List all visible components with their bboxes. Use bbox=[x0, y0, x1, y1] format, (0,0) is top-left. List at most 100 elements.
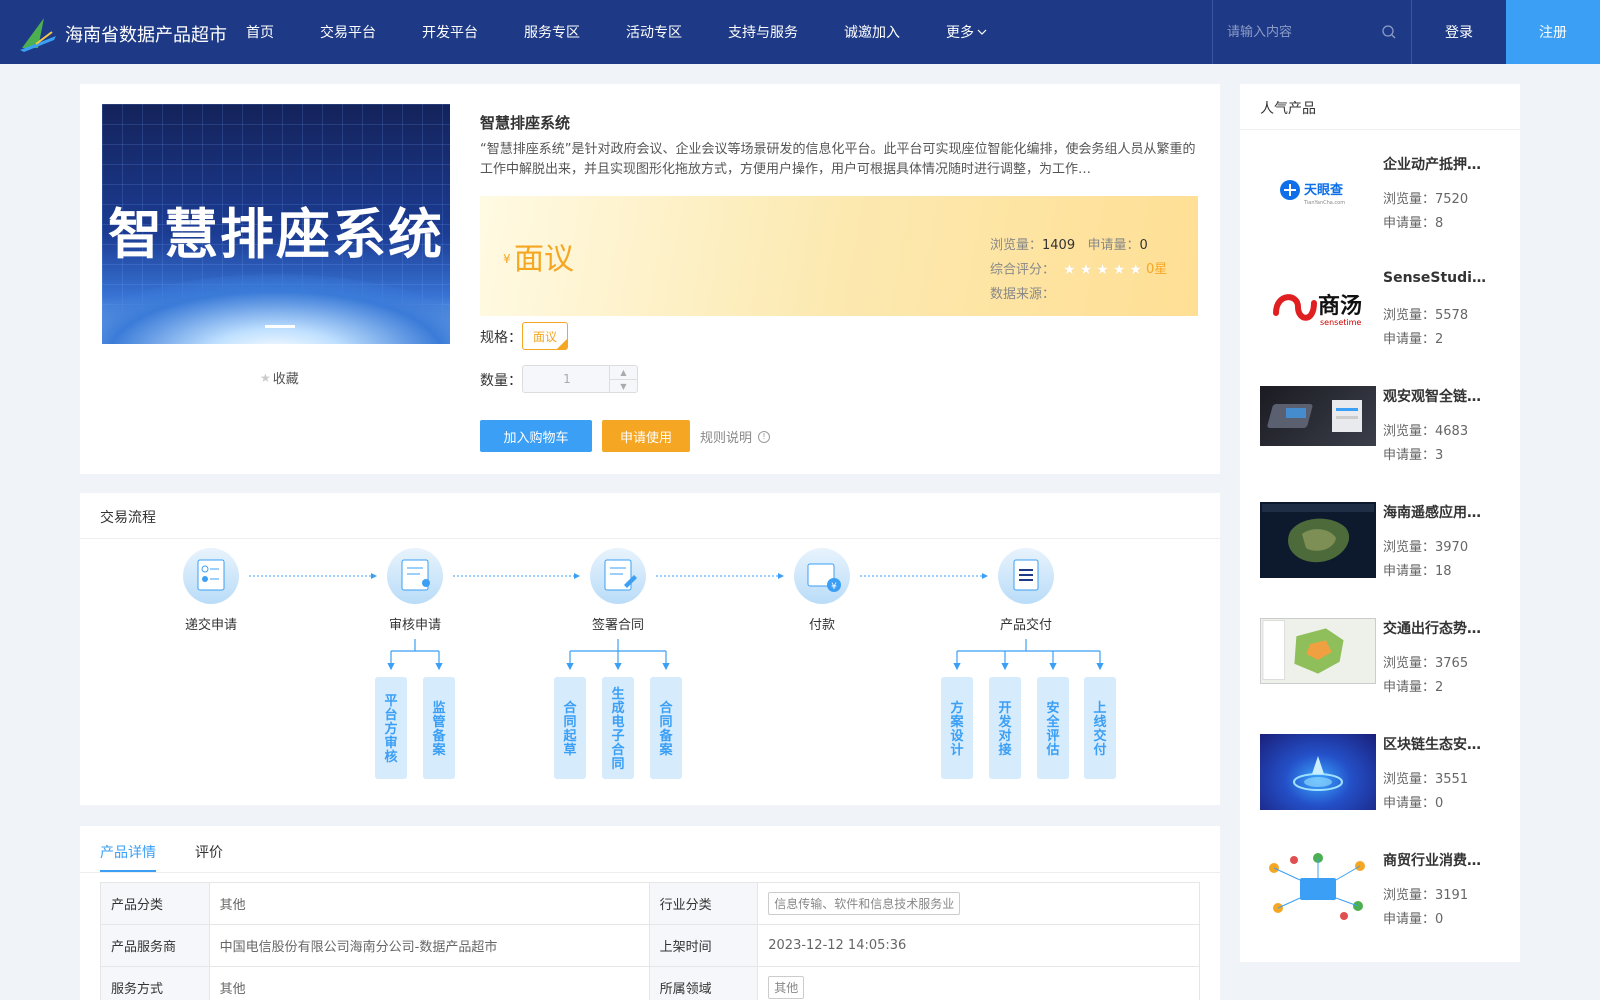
applies-value: 2 bbox=[1435, 332, 1444, 347]
popular-item[interactable]: 天眼查 TianYanCha.com 企业动产抵押… 浏览量：7520 申请量：… bbox=[1260, 154, 1510, 254]
applies-value: 18 bbox=[1435, 564, 1452, 579]
nav-service[interactable]: 服务专区 bbox=[524, 22, 580, 42]
attr-key: 行业分类 bbox=[648, 882, 759, 925]
product-image-title: 智慧排座系统 bbox=[108, 202, 444, 266]
applies-value: 0 bbox=[1139, 238, 1148, 253]
quantity-stepper: ▲ ▼ bbox=[522, 365, 638, 393]
site-brand[interactable]: 海南省数据产品超市 bbox=[65, 21, 227, 47]
decrement-icon[interactable]: ▼ bbox=[610, 379, 637, 392]
table-row: 产品分类 其他 行业分类 信息传输、软件和信息技术服务业 bbox=[100, 882, 1200, 925]
substep-label: 合同起草 bbox=[562, 700, 577, 758]
nav-support[interactable]: 支持与服务 bbox=[728, 22, 798, 42]
attr-key: 所属领域 bbox=[648, 966, 759, 1000]
applies-label: 申请量： bbox=[1383, 796, 1436, 811]
popular-item[interactable]: 海南遥感应用… 浏览量：3970 申请量：18 bbox=[1260, 502, 1510, 602]
add-to-cart-button[interactable]: 加入购物车 bbox=[480, 420, 592, 452]
product-thumbnail: 商汤 sensetime bbox=[1260, 270, 1376, 346]
popular-item-applies: 申请量：0 bbox=[1383, 792, 1443, 811]
increment-icon[interactable]: ▲ bbox=[610, 366, 637, 379]
substep-label: 生成电子合同 bbox=[611, 686, 625, 772]
nav-more-label: 更多 bbox=[946, 25, 974, 41]
spec-option[interactable]: 面议 bbox=[522, 322, 568, 350]
chevron-down-icon bbox=[977, 29, 987, 35]
popular-item[interactable]: 交通出行态势… 浏览量：3765 申请量：2 bbox=[1260, 618, 1510, 718]
popular-item-views: 浏览量：3551 bbox=[1383, 768, 1468, 787]
star-icon: ★ bbox=[1079, 262, 1093, 278]
nav-join[interactable]: 诚邀加入 bbox=[844, 22, 900, 42]
process-card: 交易流程 ¥ 递交申请 审核申请 签署合同 付款 产品交付 平台方审核 监管备案… bbox=[80, 493, 1220, 805]
views-value: 5578 bbox=[1435, 308, 1469, 323]
views-label: 浏览量： bbox=[1383, 192, 1436, 207]
views-label: 浏览量： bbox=[1383, 308, 1436, 323]
product-thumbnail bbox=[1260, 850, 1376, 926]
product-title: 智慧排座系统 bbox=[480, 114, 571, 132]
star-icon: ★ bbox=[1063, 262, 1076, 278]
search-icon[interactable] bbox=[1381, 24, 1397, 40]
nav-activity[interactable]: 活动专区 bbox=[626, 22, 682, 42]
step-contract-icon bbox=[590, 548, 646, 604]
substep-label: 安全评估 bbox=[1045, 700, 1060, 758]
search-input[interactable] bbox=[1227, 22, 1377, 42]
views-value: 4683 bbox=[1435, 424, 1469, 439]
site-logo-icon[interactable] bbox=[18, 14, 58, 52]
views-value: 3970 bbox=[1435, 540, 1469, 555]
popular-item-views: 浏览量：3970 bbox=[1383, 536, 1468, 555]
popular-item[interactable]: 商贸行业消费… 浏览量：3191 申请量：0 bbox=[1260, 850, 1510, 950]
process-title: 交易流程 bbox=[100, 510, 156, 526]
popular-item-name: 交通出行态势… bbox=[1383, 621, 1481, 637]
apply-button[interactable]: 申请使用 bbox=[602, 420, 690, 452]
step-label: 签署合同 bbox=[592, 617, 644, 633]
popular-products-card: 人气产品 天眼查 TianYanCha.com 企业动产抵押… 浏览量：7520… bbox=[1240, 84, 1520, 962]
table-row: 服务方式 其他 所属领域 其他 bbox=[100, 966, 1200, 1000]
applies-label: 申请量： bbox=[1383, 332, 1436, 347]
quantity-input[interactable] bbox=[523, 366, 611, 392]
star-icon: ★ bbox=[1129, 262, 1142, 278]
views-value: 3191 bbox=[1435, 888, 1469, 903]
substep-label: 方案设计 bbox=[949, 700, 964, 758]
stepper-arrows: ▲ ▼ bbox=[609, 366, 637, 392]
consumer-network-image bbox=[1269, 853, 1365, 920]
applies-label: 申请量： bbox=[1087, 238, 1140, 253]
rating-stars: ★ ★ ★ ★ ★ 0星 bbox=[1063, 258, 1167, 282]
popular-item-name: SenseStudio… bbox=[1383, 270, 1493, 286]
popular-item[interactable]: 观安观智全链… 浏览量：4683 申请量：3 bbox=[1260, 386, 1510, 486]
nav-more[interactable]: 更多 bbox=[946, 22, 987, 42]
popular-item-applies: 申请量：3 bbox=[1383, 444, 1443, 463]
step-label: 付款 bbox=[809, 618, 835, 633]
details-card: 产品详情 评价 产品分类 其他 行业分类 信息传输、软件和信息技术服务业 产品服… bbox=[80, 826, 1220, 1000]
substep-label: 合同备案 bbox=[658, 700, 673, 758]
popular-item-views: 浏览量：3191 bbox=[1383, 884, 1468, 903]
register-button[interactable]: 注册 bbox=[1506, 0, 1600, 64]
favorite-button[interactable]: ★ 收藏 bbox=[260, 368, 299, 388]
carousel-indicator[interactable] bbox=[265, 325, 295, 328]
step-label: 产品交付 bbox=[1000, 617, 1052, 633]
tab-product-details[interactable]: 产品详情 bbox=[100, 842, 156, 862]
attributes-table: 产品分类 其他 行业分类 信息传输、软件和信息技术服务业 产品服务商 中国电信股… bbox=[100, 882, 1200, 1000]
svg-text:¥: ¥ bbox=[831, 582, 837, 592]
popular-item[interactable]: 商汤 sensetime SenseStudio… 浏览量：5578 申请量：2 bbox=[1260, 270, 1510, 370]
star-icon: ★ bbox=[1112, 262, 1126, 278]
nav-trade[interactable]: 交易平台 bbox=[320, 22, 376, 42]
product-thumbnail bbox=[1260, 618, 1376, 684]
logo-text: 天眼查 bbox=[1304, 182, 1344, 198]
views-label: 浏览量： bbox=[1383, 540, 1436, 555]
substep-label: 监管备案 bbox=[431, 700, 446, 758]
popular-item[interactable]: 区块链生态安… 浏览量：3551 申请量：0 bbox=[1260, 734, 1510, 834]
device-screenshot-image bbox=[1267, 400, 1362, 432]
table-row: 产品服务商 中国电信股份有限公司海南分公司-数据产品超市 上架时间 2023-1… bbox=[100, 924, 1200, 967]
star-icon: ★ bbox=[1096, 262, 1109, 278]
search-box bbox=[1212, 0, 1412, 64]
product-image[interactable]: 智慧排座系统 bbox=[102, 104, 450, 344]
favorite-label: 收藏 bbox=[272, 372, 299, 387]
nav-dev[interactable]: 开发平台 bbox=[422, 22, 478, 42]
attr-value: 中国电信股份有限公司海南分公司-数据产品超市 bbox=[208, 924, 650, 967]
tab-reviews[interactable]: 评价 bbox=[195, 842, 223, 862]
substep-label: 上线交付 bbox=[1093, 701, 1106, 758]
price-panel: ¥ 面议 浏览量：1409 申请量：0 综合评分： ★ ★ ★ ★ ★ 0星 数… bbox=[480, 196, 1198, 316]
popular-item-applies: 申请量：2 bbox=[1383, 676, 1443, 695]
divider bbox=[80, 872, 1220, 873]
login-button[interactable]: 登录 bbox=[1412, 0, 1506, 64]
nav-home[interactable]: 首页 bbox=[246, 22, 274, 42]
views-value: 3551 bbox=[1435, 772, 1469, 787]
rules-link[interactable]: 规则说明 ! bbox=[700, 427, 771, 446]
